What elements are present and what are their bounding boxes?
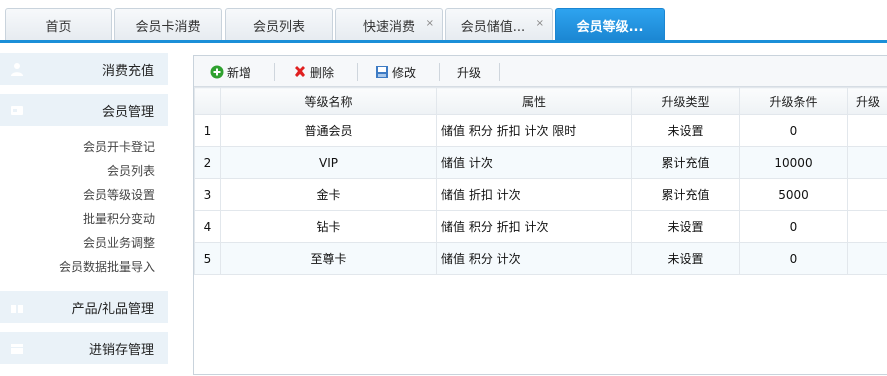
sidebar-section-member[interactable]: 会员管理 [0,94,168,126]
toolbar-separator [274,63,275,81]
table-header-row: 等级名称 属性 升级类型 升级条件 升级 [195,88,887,115]
sidebar-item-open-card[interactable]: 会员开卡登记 [0,135,168,159]
sidebar-section-label: 进销存管理 [89,339,154,358]
attributes-cell: 储值 积分 折扣 计次 [437,211,632,243]
tab-label: 快速消费 [363,16,415,35]
tab-underline [0,40,887,43]
upgrade-to-cell: 未 [848,115,887,147]
column-header-level-name[interactable]: 等级名称 [221,88,437,115]
upgrade-button-label: 升级 [457,64,481,81]
table-row[interactable]: 1 普通会员 储值 积分 折扣 计次 限时 未设置 0 未 [195,115,887,147]
attributes-cell: 储值 计次 [437,147,632,179]
upgrade-type-cell: 未设置 [632,115,740,147]
sidebar-item-batch-points[interactable]: 批量积分变动 [0,207,168,231]
tab-label: 会员储值... [461,16,525,35]
add-button-label: 新增 [227,64,251,81]
table-row[interactable]: 4 钻卡 储值 积分 折扣 计次 未设置 0 未 [195,211,887,243]
sidebar-item-member-list[interactable]: 会员列表 [0,159,168,183]
upgrade-type-cell: 未设置 [632,243,740,275]
row-index: 2 [195,147,221,179]
upgrade-to-cell: 未 [848,211,887,243]
card-icon [10,103,24,117]
add-icon [210,65,224,79]
tab-member-deposit[interactable]: 会员储值... × [445,8,553,41]
toolbar-separator [439,63,440,81]
sidebar-item-business-adjust[interactable]: 会员业务调整 [0,231,168,255]
table-row[interactable]: 2 VIP 储值 计次 累计充值 10000 普 [195,147,887,179]
sidebar-item-batch-import[interactable]: 会员数据批量导入 [0,255,168,279]
level-name-cell: 钻卡 [221,211,437,243]
user-icon [10,62,24,76]
add-button[interactable]: 新增 [210,62,251,82]
member-submenu: 会员开卡登记 会员列表 会员等级设置 批量积分变动 会员业务调整 会员数据批量导… [0,135,168,279]
table-row[interactable]: 3 金卡 储值 折扣 计次 累计充值 5000 [195,179,887,211]
sidebar-section-inventory[interactable]: 进销存管理 [0,332,168,364]
level-name-cell: 普通会员 [221,115,437,147]
grid-viewport: 新增 删除 修改 升级 [194,56,887,376]
tab-label: 会员等级... [577,16,644,35]
column-header-upgrade-to[interactable]: 升级 [848,88,887,115]
close-icon[interactable]: × [426,19,434,29]
attributes-cell: 储值 积分 折扣 计次 限时 [437,115,632,147]
upgrade-condition-cell: 0 [740,211,848,243]
attributes-cell: 储值 积分 计次 [437,243,632,275]
gift-icon [10,300,24,314]
sidebar-section-label: 消费充值 [102,60,154,79]
upgrade-condition-cell: 0 [740,243,848,275]
row-index: 1 [195,115,221,147]
level-name-cell: 至尊卡 [221,243,437,275]
tab-home[interactable]: 首页 [5,8,112,41]
upgrade-type-cell: 未设置 [632,211,740,243]
box-icon [10,341,24,355]
level-name-cell: 金卡 [221,179,437,211]
row-index: 5 [195,243,221,275]
sidebar: 消费充值 会员管理 会员开卡登记 会员列表 会员等级设置 批量积分变动 会员业务… [0,48,180,375]
toolbar-separator [357,63,358,81]
tab-bar: 首页 会员卡消费 会员列表 快速消费 × 会员储值... × 会员等级... [0,0,887,42]
tab-card-consume[interactable]: 会员卡消费 [114,8,222,41]
upgrade-button[interactable]: 升级 [457,62,481,82]
sidebar-item-level-settings[interactable]: 会员等级设置 [0,183,168,207]
tab-quick-consume[interactable]: 快速消费 × [335,8,443,41]
sidebar-section-consume[interactable]: 消费充值 [0,53,168,85]
upgrade-type-cell: 累计充值 [632,147,740,179]
tab-label: 会员列表 [253,16,305,35]
level-table: 等级名称 属性 升级类型 升级条件 升级 1 普通会员 储值 积分 折扣 计次 … [194,87,887,275]
upgrade-type-cell: 累计充值 [632,179,740,211]
column-header-upgrade-condition[interactable]: 升级条件 [740,88,848,115]
column-header-upgrade-type[interactable]: 升级类型 [632,88,740,115]
delete-button[interactable]: 删除 [293,62,334,82]
column-header-index [195,88,221,115]
upgrade-to-cell: 普 [848,147,887,179]
edit-icon [375,65,389,79]
table-row[interactable]: 5 至尊卡 储值 积分 计次 未设置 0 未 [195,243,887,275]
sidebar-section-products[interactable]: 产品/礼品管理 [0,291,168,323]
tab-label: 首页 [45,16,71,35]
level-grid-panel: 新增 删除 修改 升级 [193,55,887,375]
toolbar-separator [499,63,500,81]
upgrade-to-cell: 未 [848,243,887,275]
edit-button[interactable]: 修改 [375,62,416,82]
level-name-cell: VIP [221,147,437,179]
tab-member-level[interactable]: 会员等级... [555,8,665,41]
close-icon[interactable]: × [536,19,544,29]
attributes-cell: 储值 折扣 计次 [437,179,632,211]
toolbar: 新增 删除 修改 升级 [194,56,887,87]
delete-button-label: 删除 [310,64,334,81]
column-header-attributes[interactable]: 属性 [437,88,632,115]
edit-button-label: 修改 [392,64,416,81]
upgrade-condition-cell: 5000 [740,179,848,211]
upgrade-to-cell [848,179,887,211]
sidebar-section-label: 产品/礼品管理 [72,298,154,317]
upgrade-condition-cell: 10000 [740,147,848,179]
delete-icon [293,65,307,79]
upgrade-condition-cell: 0 [740,115,848,147]
tab-member-list[interactable]: 会员列表 [225,8,333,41]
sidebar-section-label: 会员管理 [102,101,154,120]
row-index: 4 [195,211,221,243]
row-index: 3 [195,179,221,211]
tab-label: 会员卡消费 [135,16,200,35]
